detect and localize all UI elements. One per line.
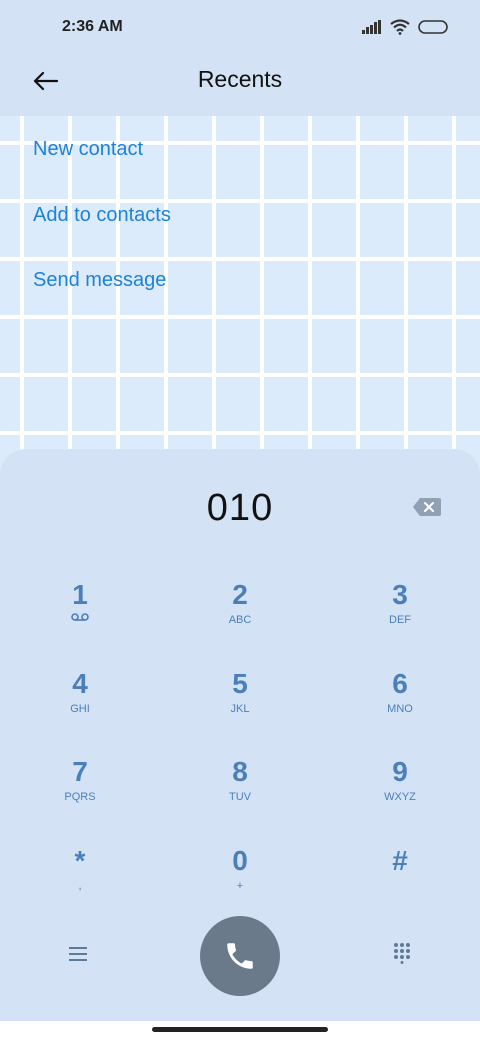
- key-letters: TUV: [229, 791, 251, 803]
- key-letters: JKL: [230, 703, 250, 715]
- key-letters: DEF: [389, 614, 411, 626]
- key-digit: 8: [232, 756, 248, 787]
- top-bar: 2:36 AM Recents: [0, 0, 480, 116]
- key-digit: 1: [72, 579, 88, 610]
- dialed-number: 010: [206, 487, 274, 529]
- status-icons: [362, 16, 450, 38]
- key-3[interactable]: 3 DEF: [350, 579, 450, 649]
- key-digit: 5: [232, 668, 248, 699]
- key-0[interactable]: 0 +: [190, 845, 290, 915]
- new-contact-link[interactable]: New contact: [33, 138, 143, 161]
- key-digit: *: [74, 845, 86, 876]
- home-indicator[interactable]: [152, 1027, 328, 1032]
- key-2[interactable]: 2 ABC: [190, 579, 290, 649]
- key-1[interactable]: 1: [30, 579, 130, 649]
- voicemail-icon: [71, 613, 89, 621]
- add-to-contacts-link[interactable]: Add to contacts: [33, 204, 171, 227]
- key-star[interactable]: * ,: [30, 845, 130, 915]
- navigation-bar: [0, 1021, 480, 1040]
- key-digit: 7: [72, 756, 88, 787]
- call-button[interactable]: [200, 916, 280, 996]
- key-hash[interactable]: #: [350, 845, 450, 915]
- backspace-icon[interactable]: [412, 497, 442, 517]
- key-4[interactable]: 4 GHI: [30, 668, 130, 738]
- dialpad-panel: 010 1 2 ABC 3 DEF 4 GHI 5 JKL 6 MNO 7 PQ…: [0, 449, 480, 1021]
- key-digit: 0: [232, 845, 248, 876]
- key-letters: WXYZ: [384, 791, 416, 803]
- key-5[interactable]: 5 JKL: [190, 668, 290, 738]
- menu-icon[interactable]: [66, 944, 90, 964]
- dialpad-grid-icon[interactable]: [392, 942, 412, 964]
- battery-icon: [418, 20, 448, 34]
- send-message-link[interactable]: Send message: [33, 269, 166, 292]
- key-9[interactable]: 9 WXYZ: [350, 756, 450, 826]
- key-digit: 6: [392, 668, 408, 699]
- key-6[interactable]: 6 MNO: [350, 668, 450, 738]
- key-digit: 9: [392, 756, 408, 787]
- status-time: 2:36 AM: [62, 18, 123, 35]
- wifi-icon: [390, 19, 410, 35]
- page-title: Recents: [197, 66, 283, 92]
- key-letters: ,: [78, 880, 82, 892]
- key-digit: 4: [72, 668, 88, 699]
- key-letters: ABC: [228, 614, 252, 626]
- key-letters: MNO: [387, 703, 413, 715]
- key-letters: PQRS: [64, 791, 96, 803]
- key-digit: 3: [392, 579, 408, 610]
- signal-icon: [362, 20, 381, 34]
- key-digit: 2: [232, 579, 248, 610]
- screen: 2:36 AM Recents New contact Add to conta…: [0, 0, 480, 1040]
- phone-icon: [227, 943, 253, 969]
- key-digit: #: [392, 845, 408, 876]
- key-letters: GHI: [70, 703, 90, 715]
- key-letters: +: [236, 880, 244, 892]
- key-8[interactable]: 8 TUV: [190, 756, 290, 826]
- key-7[interactable]: 7 PQRS: [30, 756, 130, 826]
